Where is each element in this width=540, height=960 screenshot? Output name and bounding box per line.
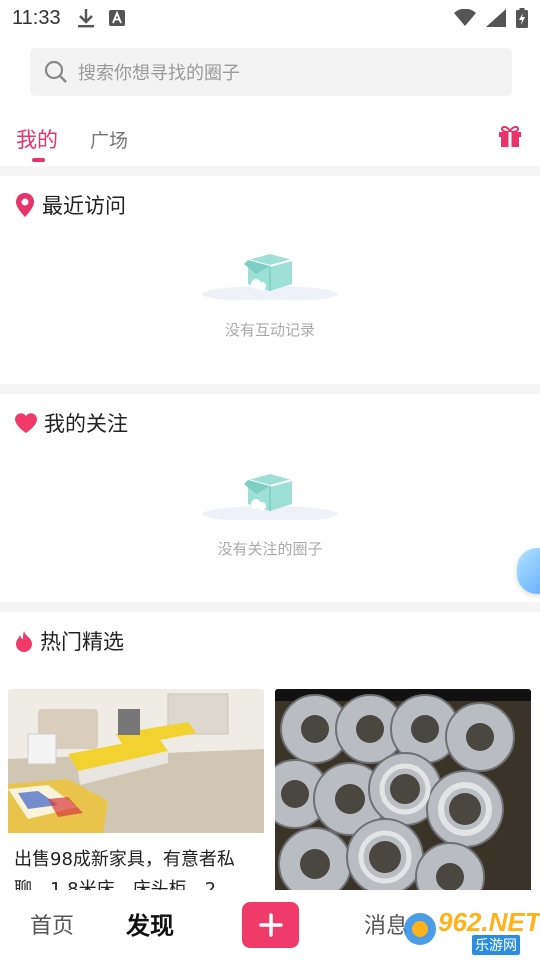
hot-picks-title: 热门精选 bbox=[40, 630, 124, 654]
search-placeholder: 搜索你想寻找的圈子 bbox=[78, 63, 240, 84]
status-system-icons bbox=[454, 8, 528, 28]
status-bar: 11:33 bbox=[0, 0, 540, 36]
nav-home[interactable]: 首页 bbox=[30, 908, 74, 940]
hot-picks-header: 热门精选 bbox=[14, 626, 124, 656]
my-follows-empty-text: 没有关注的圈子 bbox=[217, 540, 323, 558]
recent-visits-section: 最近访问 没有互动记录 bbox=[0, 176, 540, 384]
recent-visits-empty-text: 没有互动记录 bbox=[224, 321, 315, 339]
search-icon bbox=[44, 60, 67, 83]
hot-picks-section: 热门精选 出售98成新家具，有意者私聊，1.8米床、床头柜、2 bbox=[0, 612, 540, 902]
hot-pick-card[interactable]: 出售98成新家具，有意者私聊，1.8米床、床头柜、2 bbox=[8, 689, 264, 899]
battery-icon bbox=[516, 8, 528, 28]
search-area: 搜索你想寻找的圈子 bbox=[0, 36, 540, 110]
steel-flanges-photo bbox=[275, 689, 531, 893]
status-notification-icons bbox=[77, 8, 125, 28]
recent-visits-header: 最近访问 bbox=[14, 190, 126, 220]
tab-square[interactable]: 广场 bbox=[90, 126, 128, 153]
font-app-icon bbox=[108, 10, 125, 26]
create-post-button[interactable] bbox=[242, 902, 299, 948]
wifi-icon bbox=[454, 9, 476, 26]
gift-icon[interactable] bbox=[498, 124, 522, 148]
nav-discover[interactable]: 发现 bbox=[126, 906, 174, 941]
watermark-brand: 962.NET bbox=[438, 907, 540, 937]
watermark-logo-icon bbox=[404, 913, 436, 945]
tab-active-indicator bbox=[32, 158, 45, 162]
signal-icon bbox=[486, 9, 506, 27]
hot-pick-card[interactable] bbox=[275, 689, 531, 899]
my-follows-section: 我的关注 没有关注的圈子 bbox=[0, 394, 540, 602]
watermark-sub: 乐游网 bbox=[472, 935, 520, 955]
tab-mine[interactable]: 我的 bbox=[16, 124, 58, 154]
site-watermark: 962.NET 乐游网 bbox=[398, 905, 540, 957]
download-icon bbox=[77, 9, 94, 28]
empty-box-icon bbox=[202, 474, 338, 520]
search-input[interactable]: 搜索你想寻找的圈子 bbox=[30, 48, 512, 96]
status-time: 11:33 bbox=[12, 6, 61, 29]
empty-box-icon bbox=[202, 254, 338, 300]
flame-icon bbox=[16, 631, 32, 652]
heart-icon bbox=[15, 413, 37, 433]
location-pin-icon bbox=[16, 193, 34, 217]
my-follows-header: 我的关注 bbox=[14, 408, 128, 438]
furniture-photo bbox=[8, 689, 264, 833]
recent-visits-title: 最近访问 bbox=[42, 194, 126, 218]
tab-bar: 我的 广场 bbox=[0, 110, 540, 166]
my-follows-title: 我的关注 bbox=[44, 412, 128, 436]
plus-icon bbox=[258, 913, 283, 937]
